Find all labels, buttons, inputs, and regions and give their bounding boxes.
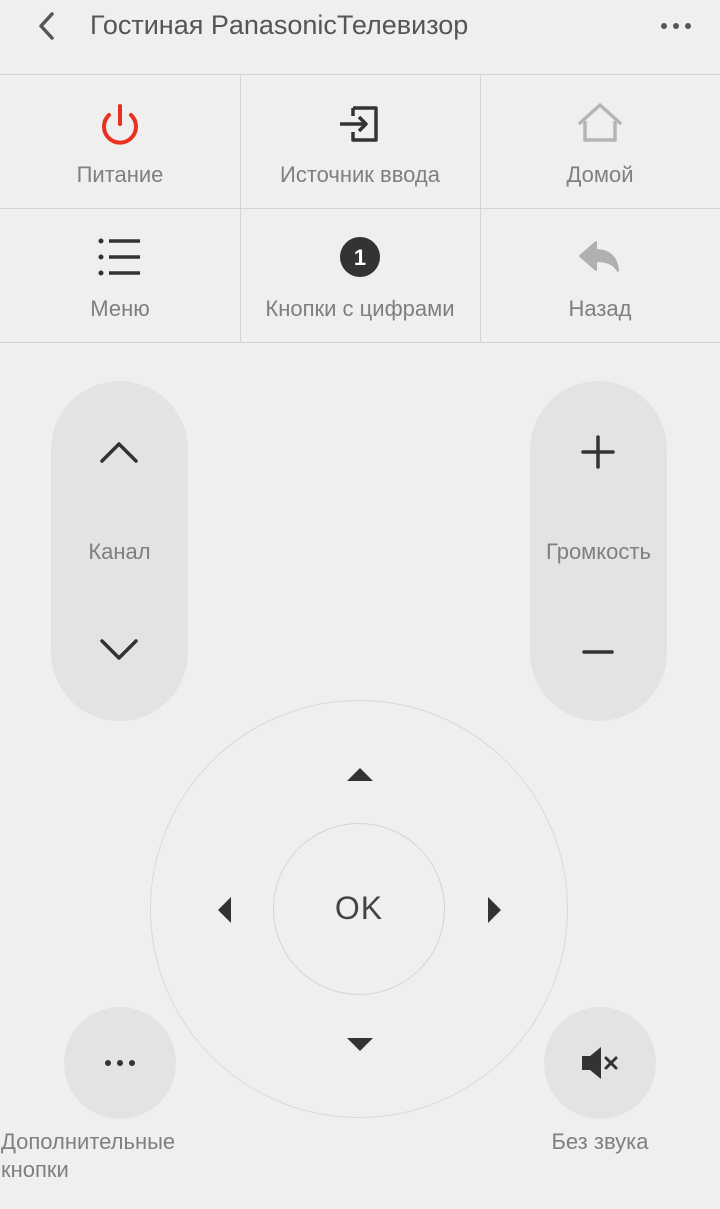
plus-icon	[581, 435, 615, 469]
channel-label: Канал	[88, 539, 151, 564]
dpad-right-button[interactable]	[475, 890, 515, 930]
divider	[0, 342, 720, 343]
extra-buttons-button[interactable]	[64, 1007, 176, 1119]
extra-buttons-label-line1: Дополнительные	[1, 1129, 176, 1154]
home-button[interactable]: Домой	[480, 74, 720, 208]
chevron-down-icon	[100, 639, 138, 660]
volume-label: Громкость	[546, 539, 651, 564]
chevron-up-icon	[100, 442, 138, 463]
power-icon	[102, 104, 138, 145]
more-horizontal-icon	[661, 23, 691, 29]
more-horizontal-icon	[105, 1060, 135, 1066]
triangle-down-icon	[347, 1038, 373, 1051]
input-source-button[interactable]: Источник ввода	[240, 74, 480, 208]
mute-button[interactable]	[544, 1007, 656, 1119]
volume-control: Громкость	[530, 381, 667, 721]
triangle-left-icon	[218, 897, 231, 923]
back-remote-button[interactable]: Назад	[480, 208, 720, 342]
ok-button[interactable]: OK	[273, 823, 445, 995]
more-options-button[interactable]	[650, 8, 702, 44]
ok-label: OK	[334, 890, 384, 926]
menu-list-icon	[98, 238, 140, 276]
home-icon	[578, 103, 622, 142]
home-label: Домой	[566, 162, 634, 187]
extra-buttons-label: Дополнительные кнопки	[1, 1128, 175, 1184]
chevron-left-icon	[39, 12, 54, 40]
channel-up-button[interactable]	[89, 421, 149, 481]
number-buttons-label: Кнопки с цифрами	[265, 296, 455, 321]
triangle-right-icon	[488, 897, 501, 923]
mute-label: Без звука	[551, 1129, 649, 1154]
channel-down-button[interactable]	[89, 621, 149, 681]
volume-down-button[interactable]	[568, 621, 628, 681]
dpad-left-button[interactable]	[205, 890, 245, 930]
back-label: Назад	[568, 296, 632, 321]
input-source-label: Источник ввода	[280, 162, 440, 187]
volume-up-button[interactable]	[568, 421, 628, 481]
page-title: Гостиная PanasonicТелевизор	[90, 10, 469, 40]
number-buttons-button[interactable]: 1 Кнопки с цифрами	[240, 208, 480, 342]
power-button[interactable]: Питание	[0, 74, 240, 208]
menu-label: Меню	[90, 296, 150, 321]
function-grid: Питание Источник ввода Домой Меню 1 Кноп	[0, 74, 720, 343]
power-label: Питание	[76, 162, 164, 187]
dpad-down-button[interactable]	[340, 1025, 380, 1065]
back-button[interactable]	[28, 6, 68, 46]
number-one-icon: 1	[340, 237, 380, 277]
input-source-icon	[340, 106, 378, 142]
triangle-up-icon	[347, 768, 373, 781]
number-badge: 1	[354, 245, 366, 270]
extra-buttons-label-line2: кнопки	[1, 1157, 69, 1182]
minus-icon	[582, 650, 614, 654]
dpad-up-button[interactable]	[340, 755, 380, 795]
menu-button[interactable]: Меню	[0, 208, 240, 342]
mute-icon	[582, 1047, 618, 1079]
return-icon	[579, 241, 619, 272]
header: Гостиная PanasonicТелевизор	[0, 0, 720, 74]
channel-control: Канал	[51, 381, 188, 721]
